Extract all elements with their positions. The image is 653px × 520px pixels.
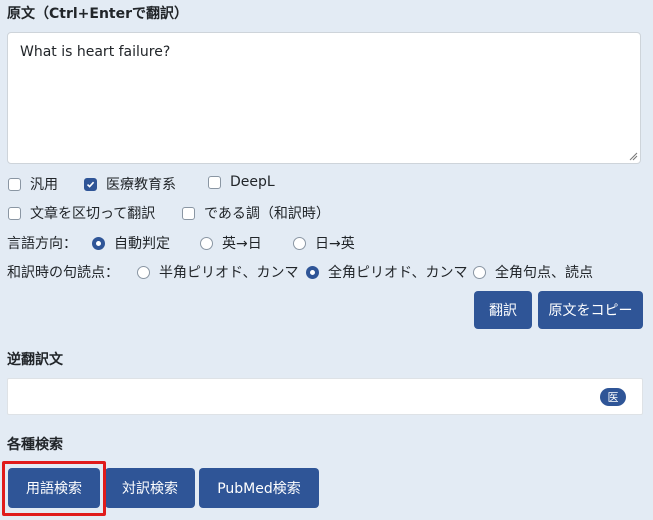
check-icon: [86, 181, 95, 188]
radio-punctuation-halfwidth[interactable]: [137, 265, 150, 279]
direction-label: 言語方向：: [7, 236, 77, 252]
punctuation-halfwidth[interactable]: 半角ピリオド、カンマ: [137, 262, 298, 282]
direction-auto[interactable]: 自動判定: [92, 233, 170, 253]
source-text: What is heart failure?: [20, 44, 171, 60]
punctuation-halfwidth-label: 半角ピリオド、カンマ: [159, 265, 299, 281]
option-deepl[interactable]: DeepL: [208, 174, 275, 190]
option-general-label: 汎用: [30, 177, 58, 193]
parallel-search-button[interactable]: 対訳検索: [105, 468, 195, 508]
option-dearu-style[interactable]: である調（和訳時）: [182, 203, 330, 223]
pubmed-search-button[interactable]: PubMed検索: [199, 468, 319, 508]
direction-ja-en-label: 日→英: [315, 236, 355, 252]
medical-badge: 医: [600, 388, 626, 406]
checkbox-deepl[interactable]: [208, 175, 221, 189]
term-search-highlight: [2, 461, 106, 516]
copy-source-button[interactable]: 原文をコピー: [538, 291, 643, 329]
radio-punctuation-fullwidth-kuten[interactable]: [473, 265, 486, 279]
option-medical-education[interactable]: 医療教育系: [84, 174, 176, 194]
translate-button[interactable]: 翻訳: [474, 291, 532, 329]
back-translation-box: 医: [7, 378, 643, 415]
resize-grip-icon[interactable]: [629, 152, 638, 161]
source-textarea[interactable]: What is heart failure?: [7, 32, 641, 164]
option-dearu-style-label: である調（和訳時）: [204, 206, 330, 222]
option-deepl-label: DeepL: [230, 174, 275, 190]
radio-direction-ja-en[interactable]: [293, 236, 306, 250]
punctuation-fullwidth-kuten-label: 全角句点、読点: [495, 265, 593, 281]
punctuation-fullwidth-period-label: 全角ピリオド、カンマ: [328, 265, 468, 281]
option-split-sentences-label: 文章を区切って翻訳: [30, 206, 156, 222]
option-split-sentences[interactable]: 文章を区切って翻訳: [8, 203, 155, 223]
punctuation-fullwidth-kuten[interactable]: 全角句点、読点: [473, 262, 593, 282]
option-general[interactable]: 汎用: [8, 174, 58, 194]
checkbox-dearu-style[interactable]: [182, 206, 195, 220]
direction-auto-label: 自動判定: [114, 236, 170, 252]
checkbox-medical-education[interactable]: [84, 177, 97, 191]
radio-direction-en-ja[interactable]: [200, 236, 213, 250]
punctuation-fullwidth-period[interactable]: 全角ピリオド、カンマ: [306, 262, 467, 282]
direction-en-ja[interactable]: 英→日: [200, 233, 262, 253]
checkbox-general[interactable]: [8, 177, 21, 191]
checkbox-split-sentences[interactable]: [8, 206, 21, 220]
back-translation-title: 逆翻訳文: [7, 352, 63, 368]
source-title: 原文（Ctrl+Enterで翻訳）: [7, 6, 189, 22]
search-title: 各種検索: [7, 437, 63, 453]
direction-ja-en[interactable]: 日→英: [293, 233, 355, 253]
radio-punctuation-fullwidth-period[interactable]: [306, 265, 319, 279]
radio-direction-auto[interactable]: [92, 236, 105, 250]
punctuation-label: 和訳時の句読点：: [7, 265, 119, 281]
option-medical-education-label: 医療教育系: [106, 177, 176, 193]
direction-en-ja-label: 英→日: [222, 236, 262, 252]
